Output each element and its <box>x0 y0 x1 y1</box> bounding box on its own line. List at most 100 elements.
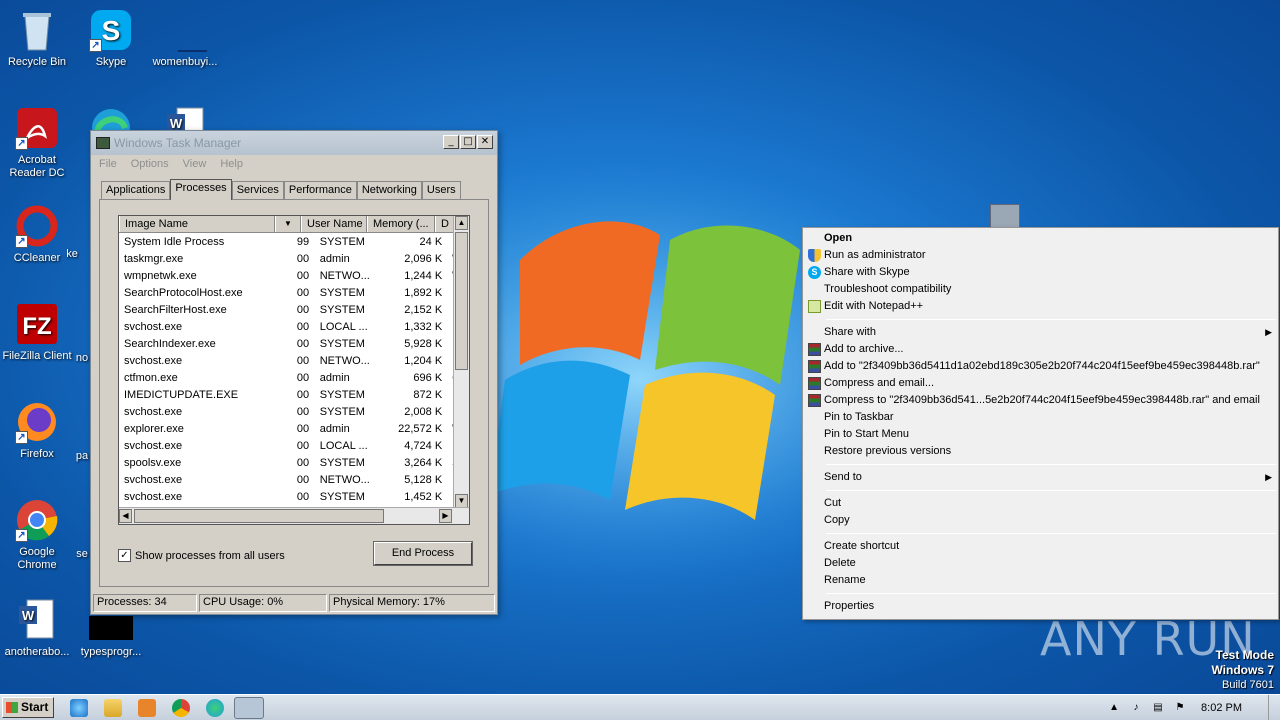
process-cpu: 00 <box>296 354 310 367</box>
tab-networking[interactable]: Networking <box>356 181 422 200</box>
table-row[interactable]: svchost.exe00NETWO...5,128 KH <box>119 471 469 488</box>
table-row[interactable]: wmpnetwk.exe00NETWO...1,244 KW <box>119 267 469 284</box>
desktop-file-icon[interactable] <box>990 204 1020 228</box>
tab-applications[interactable]: Applications <box>101 181 171 200</box>
ie-icon[interactable] <box>70 699 88 717</box>
table-row[interactable]: SearchIndexer.exe00SYSTEM5,928 KM <box>119 335 469 352</box>
scroll-thumb[interactable] <box>134 509 384 523</box>
menu-item-pin-to-taskbar[interactable]: Pin to Taskbar <box>803 409 1278 426</box>
menu-item-send-to[interactable]: Send to ▶ <box>803 469 1278 486</box>
volume-icon[interactable]: ♪ <box>1129 702 1143 714</box>
horizontal-scrollbar[interactable]: ◀ ▶ <box>119 507 469 524</box>
task-manager-icon[interactable] <box>234 697 264 719</box>
table-row[interactable]: SearchFilterHost.exe00SYSTEM2,152 KM <box>119 301 469 318</box>
table-row[interactable]: svchost.exe00SYSTEM2,008 KH <box>119 403 469 420</box>
table-row[interactable]: System Idle Process99SYSTEM24 KP <box>119 233 469 250</box>
action-center-icon[interactable]: ⚑ <box>1173 702 1187 714</box>
column-cpu-sort[interactable]: ▼ <box>275 216 301 232</box>
menu-item-delete[interactable]: Delete <box>803 555 1278 572</box>
process-cpu: 00 <box>296 422 310 435</box>
table-row[interactable]: svchost.exe00LOCAL ...4,724 KH <box>119 437 469 454</box>
process-list-header: Image Name ▼ User Name Memory (... D <box>119 216 469 233</box>
shortcut-arrow-icon: ↗ <box>15 529 28 542</box>
scroll-left-arrow[interactable]: ◀ <box>119 509 132 523</box>
menu-item-label: Properties <box>824 600 875 612</box>
scroll-right-arrow[interactable]: ▶ <box>439 509 452 523</box>
desktop-icon-skype[interactable]: S ↗ Skype <box>74 8 148 69</box>
menu-item-add-to-archive[interactable]: Add to archive... <box>803 341 1278 358</box>
media-player-icon[interactable] <box>138 699 156 717</box>
tab-services[interactable]: Services <box>231 181 284 200</box>
menu-item-run-as-administrator[interactable]: Run as administrator <box>803 247 1278 264</box>
start-button[interactable]: Start <box>2 697 54 718</box>
vertical-scrollbar[interactable]: ▲ ▼ <box>453 216 469 508</box>
table-row[interactable]: svchost.exe00NETWO...1,204 KH <box>119 352 469 369</box>
menu-item-restore-previous-versions[interactable]: Restore previous versions <box>803 443 1278 460</box>
table-row[interactable]: svchost.exe00SYSTEM1,452 KH <box>119 488 469 505</box>
menu-view[interactable]: View <box>183 158 207 170</box>
column-memory[interactable]: Memory (... <box>367 216 435 232</box>
tab-users[interactable]: Users <box>421 181 461 200</box>
desktop-icon-recycle-bin[interactable]: Recycle Bin <box>0 8 74 69</box>
menu-item-share-with-skype[interactable]: S Share with Skype <box>803 264 1278 281</box>
desktop-icon-file[interactable]: womenbuyi... <box>148 8 222 69</box>
clock[interactable]: 8:02 PM <box>1201 702 1242 714</box>
menu-item-cut[interactable]: Cut <box>803 495 1278 512</box>
process-list[interactable]: Image Name ▼ User Name Memory (... D Sys… <box>118 215 470 525</box>
menu-item-properties[interactable]: Properties <box>803 598 1278 615</box>
scroll-up-arrow[interactable]: ▲ <box>455 216 468 230</box>
menu-item-create-shortcut[interactable]: Create shortcut <box>803 538 1278 555</box>
maximize-button[interactable]: □ <box>460 135 476 149</box>
process-memory: 5,128 K <box>404 473 443 486</box>
edge-icon[interactable] <box>206 699 224 717</box>
menu-separator <box>826 593 1276 594</box>
menu-file[interactable]: File <box>99 158 117 170</box>
show-hidden-icons-icon[interactable]: ▲ <box>1107 702 1121 714</box>
tab-performance[interactable]: Performance <box>283 181 357 200</box>
chrome-icon[interactable] <box>172 699 190 717</box>
table-row[interactable]: IMEDICTUPDATE.EXE00SYSTEM872 KM <box>119 386 469 403</box>
desktop-icon-acrobat[interactable]: ↗ Acrobat Reader DC <box>0 106 74 180</box>
menu-item-compress-to-2f3409bb36d541-5e2b20f744c20[interactable]: Compress to "2f3409bb36d541...5e2b20f744… <box>803 392 1278 409</box>
menu-item-pin-to-start-menu[interactable]: Pin to Start Menu <box>803 426 1278 443</box>
table-row[interactable]: explorer.exe00admin22,572 KW <box>119 420 469 437</box>
filezilla-icon: FZ <box>15 302 59 346</box>
desktop-icon-file-ke[interactable]: ke <box>52 248 92 261</box>
menu-item-label: Restore previous versions <box>824 445 952 457</box>
table-row[interactable]: SearchProtocolHost.exe00SYSTEM1,892 KM <box>119 284 469 301</box>
scroll-down-arrow[interactable]: ▼ <box>455 494 468 508</box>
desktop-icon-word-doc[interactable]: W anotherabo... <box>0 598 74 659</box>
scroll-thumb[interactable] <box>455 232 468 370</box>
tab-processes[interactable]: Processes <box>170 179 232 200</box>
menu-item-troubleshoot-compatibility[interactable]: Troubleshoot compatibility <box>803 281 1278 298</box>
show-desktop-button[interactable] <box>1268 695 1280 720</box>
column-image-name[interactable]: Image Name <box>119 216 275 232</box>
minimize-button[interactable]: _ <box>443 135 459 149</box>
explorer-icon[interactable] <box>104 699 122 717</box>
menu-item-copy[interactable]: Copy <box>803 512 1278 529</box>
table-row[interactable]: taskmgr.exe00admin2,096 KW <box>119 250 469 267</box>
menu-item-open[interactable]: Open <box>803 230 1278 247</box>
close-button[interactable]: ✕ <box>477 135 493 149</box>
task-manager-window[interactable]: Windows Task Manager _ □ ✕ File Options … <box>90 130 498 615</box>
menu-help[interactable]: Help <box>220 158 243 170</box>
skype-icon: S <box>808 266 821 279</box>
end-process-button[interactable]: End Process <box>374 542 472 565</box>
menu-item-compress-and-email[interactable]: Compress and email... <box>803 375 1278 392</box>
show-all-checkbox[interactable]: ✓ <box>118 549 131 562</box>
menu-item-add-to-2f3409bb36d5411d1a02ebd189c305e2b[interactable]: Add to "2f3409bb36d5411d1a02ebd189c305e2… <box>803 358 1278 375</box>
menu-item-rename[interactable]: Rename <box>803 572 1278 589</box>
menu-item-share-with[interactable]: Share with ▶ <box>803 324 1278 341</box>
title-bar[interactable]: Windows Task Manager _ □ ✕ <box>91 131 497 155</box>
column-description[interactable]: D <box>435 216 455 232</box>
table-row[interactable]: spoolsv.exe00SYSTEM3,264 KS <box>119 454 469 471</box>
network-icon[interactable]: ▤ <box>1151 702 1165 714</box>
menu-options[interactable]: Options <box>131 158 169 170</box>
skype-icon: S ↗ <box>89 8 133 52</box>
menu-item-label: Troubleshoot compatibility <box>824 283 952 295</box>
table-row[interactable]: svchost.exe00LOCAL ...1,332 KH <box>119 318 469 335</box>
table-row[interactable]: ctfmon.exe00admin696 KC <box>119 369 469 386</box>
menu-item-edit-with-notepad[interactable]: Edit with Notepad++ <box>803 298 1278 315</box>
column-user-name[interactable]: User Name <box>301 216 367 232</box>
status-cpu: CPU Usage: 0% <box>199 594 327 612</box>
